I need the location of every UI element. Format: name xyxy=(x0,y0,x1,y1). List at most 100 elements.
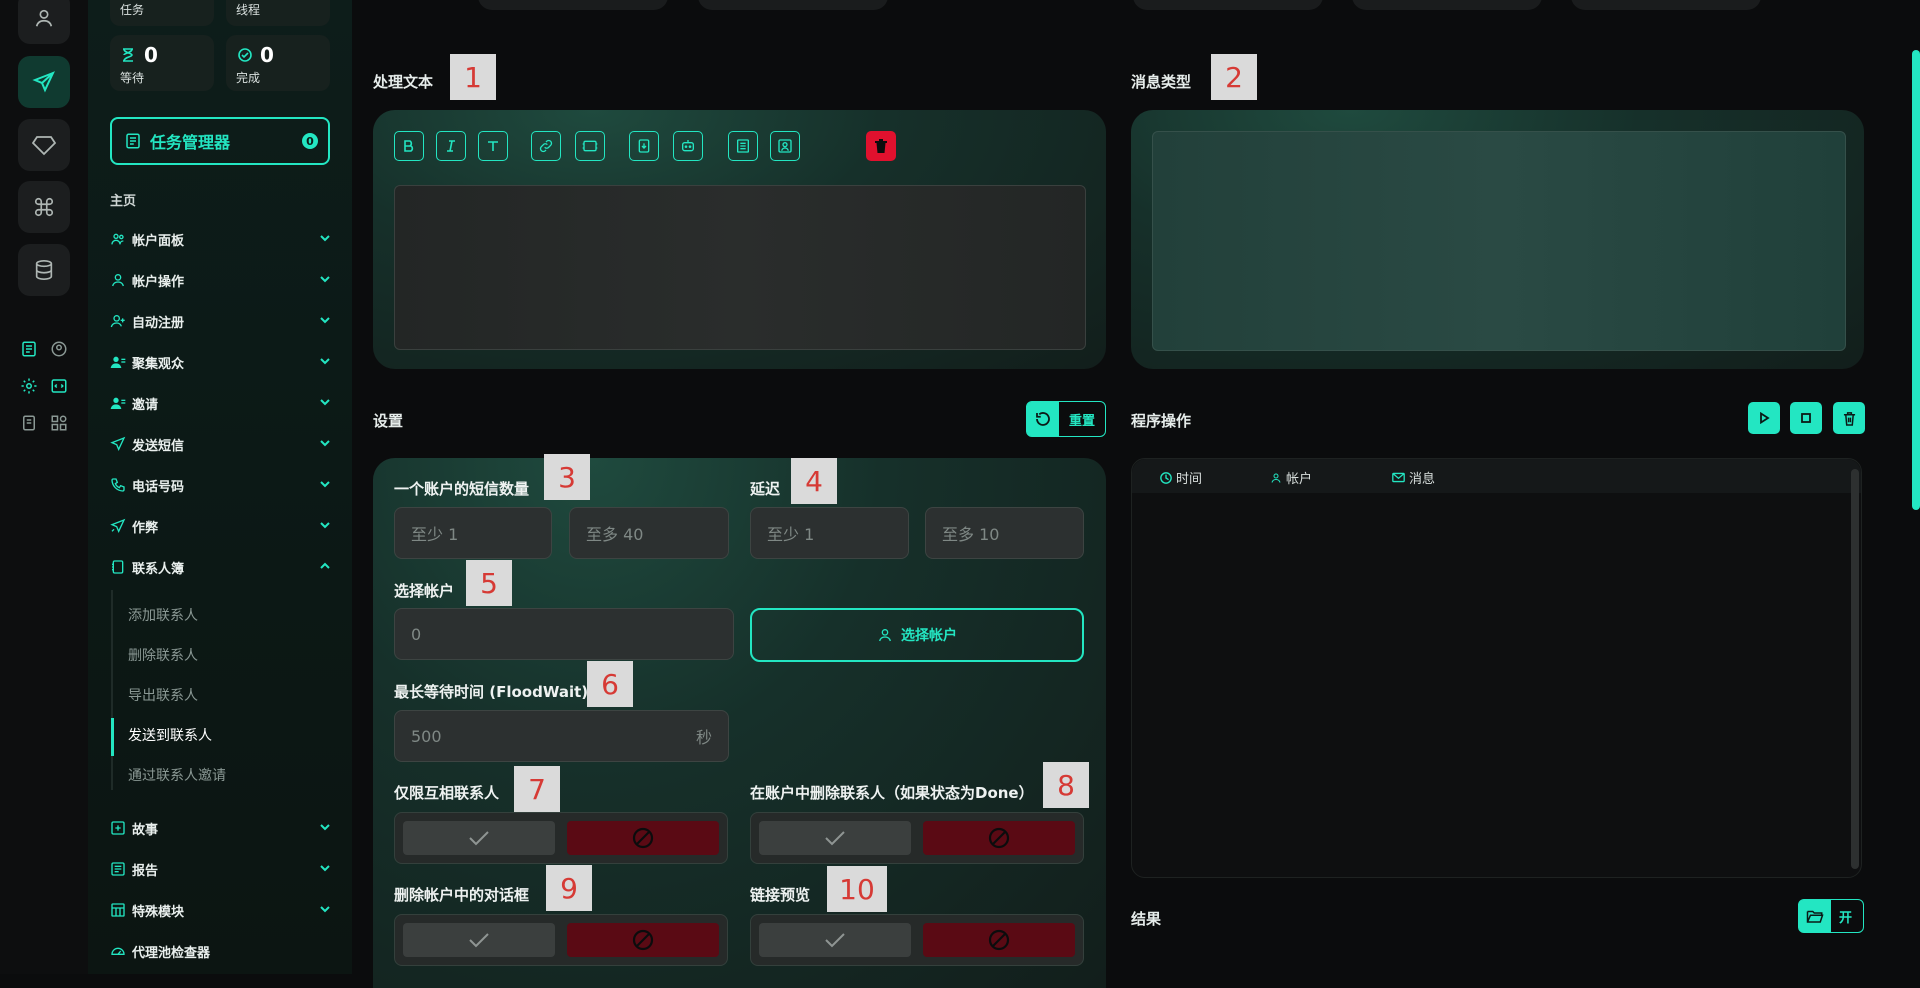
enable-option[interactable] xyxy=(403,923,555,957)
user-mention-button[interactable] xyxy=(770,131,800,161)
done-count: 0 xyxy=(260,43,274,67)
spoiler-button[interactable] xyxy=(575,131,605,161)
sub-delete-contacts[interactable]: 删除联系人 xyxy=(128,645,198,665)
log-header: 时间 帐户 消息 xyxy=(1132,459,1861,493)
user-list-icon xyxy=(110,395,126,411)
nav-label: 帐户操作 xyxy=(132,274,185,290)
nav-stories[interactable]: 故事 xyxy=(110,816,332,840)
top-tab[interactable] xyxy=(1352,0,1542,10)
user-icon xyxy=(110,272,126,288)
top-tab[interactable] xyxy=(1133,0,1323,10)
flood-wait-input[interactable]: 500 秒 xyxy=(394,710,729,762)
nav-gather-audience[interactable]: 聚集观众 xyxy=(110,350,332,374)
nav-contact-book[interactable]: 联系人簿 xyxy=(110,555,332,579)
annotation-marker: 6 xyxy=(587,661,633,707)
settings-icon[interactable] xyxy=(19,376,39,396)
nav-label: 故事 xyxy=(132,822,159,838)
link-preview-toggle xyxy=(750,914,1084,966)
nav-reports[interactable]: 报告 xyxy=(110,857,332,881)
nav-special-modules[interactable]: 特殊模块 xyxy=(110,898,332,922)
operation-log: 时间 帐户 消息 xyxy=(1131,458,1862,878)
waiting-stat: 0 等待 xyxy=(110,35,214,91)
log-scrollbar[interactable] xyxy=(1851,469,1859,869)
top-tab[interactable] xyxy=(478,0,668,10)
sms-min-input[interactable]: 至少 1 xyxy=(394,507,552,559)
user-circle-icon[interactable] xyxy=(49,339,69,359)
nav-cheat[interactable]: 作弊 xyxy=(110,514,332,538)
delay-min-input[interactable]: 至少 1 xyxy=(750,507,909,559)
threads-label: 线程 xyxy=(236,3,261,17)
enable-option[interactable] xyxy=(759,923,911,957)
program-ops-title: 程序操作 xyxy=(1131,412,1192,430)
send-icon xyxy=(110,436,126,452)
command-icon[interactable] xyxy=(18,181,70,233)
sheet-icon[interactable] xyxy=(19,339,39,359)
sub-send-to-contacts[interactable]: 发送到联系人 xyxy=(128,725,212,745)
hourglass-icon xyxy=(122,47,134,66)
select-account-button-label: 选择帐户 xyxy=(901,628,957,644)
text-input-area[interactable] xyxy=(394,185,1086,350)
disable-option[interactable] xyxy=(923,923,1075,957)
nav-send-sms[interactable]: 发送短信 xyxy=(110,432,332,456)
check-circle-icon xyxy=(238,47,252,66)
annotation-marker: 3 xyxy=(544,454,590,500)
trash-button[interactable] xyxy=(866,131,896,161)
disable-option[interactable] xyxy=(567,923,719,957)
user-icon[interactable] xyxy=(18,0,70,44)
open-folder-button[interactable]: 开 xyxy=(1798,899,1864,933)
link-button[interactable] xyxy=(531,131,561,161)
nav-label: 报告 xyxy=(132,863,159,879)
page-scrollbar[interactable] xyxy=(1912,50,1920,510)
nav-account-ops[interactable]: 帐户操作 xyxy=(110,268,332,292)
disable-option[interactable] xyxy=(923,821,1075,855)
diamond-icon[interactable] xyxy=(18,119,70,171)
send-icon[interactable] xyxy=(18,56,70,108)
process-text-title: 处理文本 xyxy=(373,73,434,91)
open-label: 开 xyxy=(1839,910,1853,926)
sub-invite-via-contacts[interactable]: 通过联系人邀请 xyxy=(128,765,226,785)
delete-contacts-label: 在账户中删除联系人（如果状态为Done） xyxy=(750,784,1034,802)
stop-button[interactable] xyxy=(1790,402,1822,434)
message-type-area[interactable] xyxy=(1152,131,1846,351)
code-window-icon[interactable] xyxy=(49,376,69,396)
bot-button[interactable] xyxy=(673,131,703,161)
disable-option[interactable] xyxy=(567,821,719,855)
nav-account-panel[interactable]: 帐户面板 xyxy=(110,227,332,251)
folder-open-icon xyxy=(1799,900,1831,932)
delay-max-input[interactable]: 至多 10 xyxy=(925,507,1084,559)
send-double-icon xyxy=(110,518,126,534)
enable-option[interactable] xyxy=(759,821,911,855)
user-icon xyxy=(1271,473,1281,483)
modules-icon[interactable] xyxy=(49,413,69,433)
task-manager-label: 任务管理器 xyxy=(150,133,231,152)
play-button[interactable] xyxy=(1748,402,1780,434)
database-icon[interactable] xyxy=(18,244,70,296)
nav-invite[interactable]: 邀请 xyxy=(110,391,332,415)
sub-add-contacts[interactable]: 添加联系人 xyxy=(128,605,198,625)
top-tab[interactable] xyxy=(698,0,888,10)
nav-label: 聚集观众 xyxy=(132,356,185,372)
top-tab[interactable] xyxy=(1571,0,1761,10)
task-manager-button[interactable]: 任务管理器 0 xyxy=(110,117,330,165)
annotation-marker: 5 xyxy=(466,560,512,606)
sms-max-input[interactable]: 至多 40 xyxy=(569,507,729,559)
account-count-input[interactable]: 0 xyxy=(394,608,734,660)
nav-proxy-checker[interactable]: 代理池检查器 xyxy=(110,939,332,963)
bold-button[interactable] xyxy=(394,131,424,161)
sub-export-contacts[interactable]: 导出联系人 xyxy=(128,685,198,705)
enable-option[interactable] xyxy=(403,821,555,855)
submenu-line xyxy=(111,590,113,790)
reset-button[interactable]: 重置 xyxy=(1026,401,1106,437)
notes-icon[interactable] xyxy=(19,413,39,433)
threads-stat: 线程 xyxy=(226,0,330,26)
nav-phone-numbers[interactable]: 电话号码 xyxy=(110,473,332,497)
nav-auto-register[interactable]: 自动注册 xyxy=(110,309,332,333)
file-import-button[interactable] xyxy=(629,131,659,161)
delete-dialogs-label: 删除帐户中的对话框 xyxy=(394,886,530,904)
italic-button[interactable] xyxy=(436,131,466,161)
clear-log-button[interactable] xyxy=(1833,402,1865,434)
result-title: 结果 xyxy=(1131,910,1162,928)
text-button[interactable] xyxy=(478,131,508,161)
select-account-button[interactable]: 选择帐户 xyxy=(750,608,1084,662)
template-button[interactable] xyxy=(728,131,758,161)
